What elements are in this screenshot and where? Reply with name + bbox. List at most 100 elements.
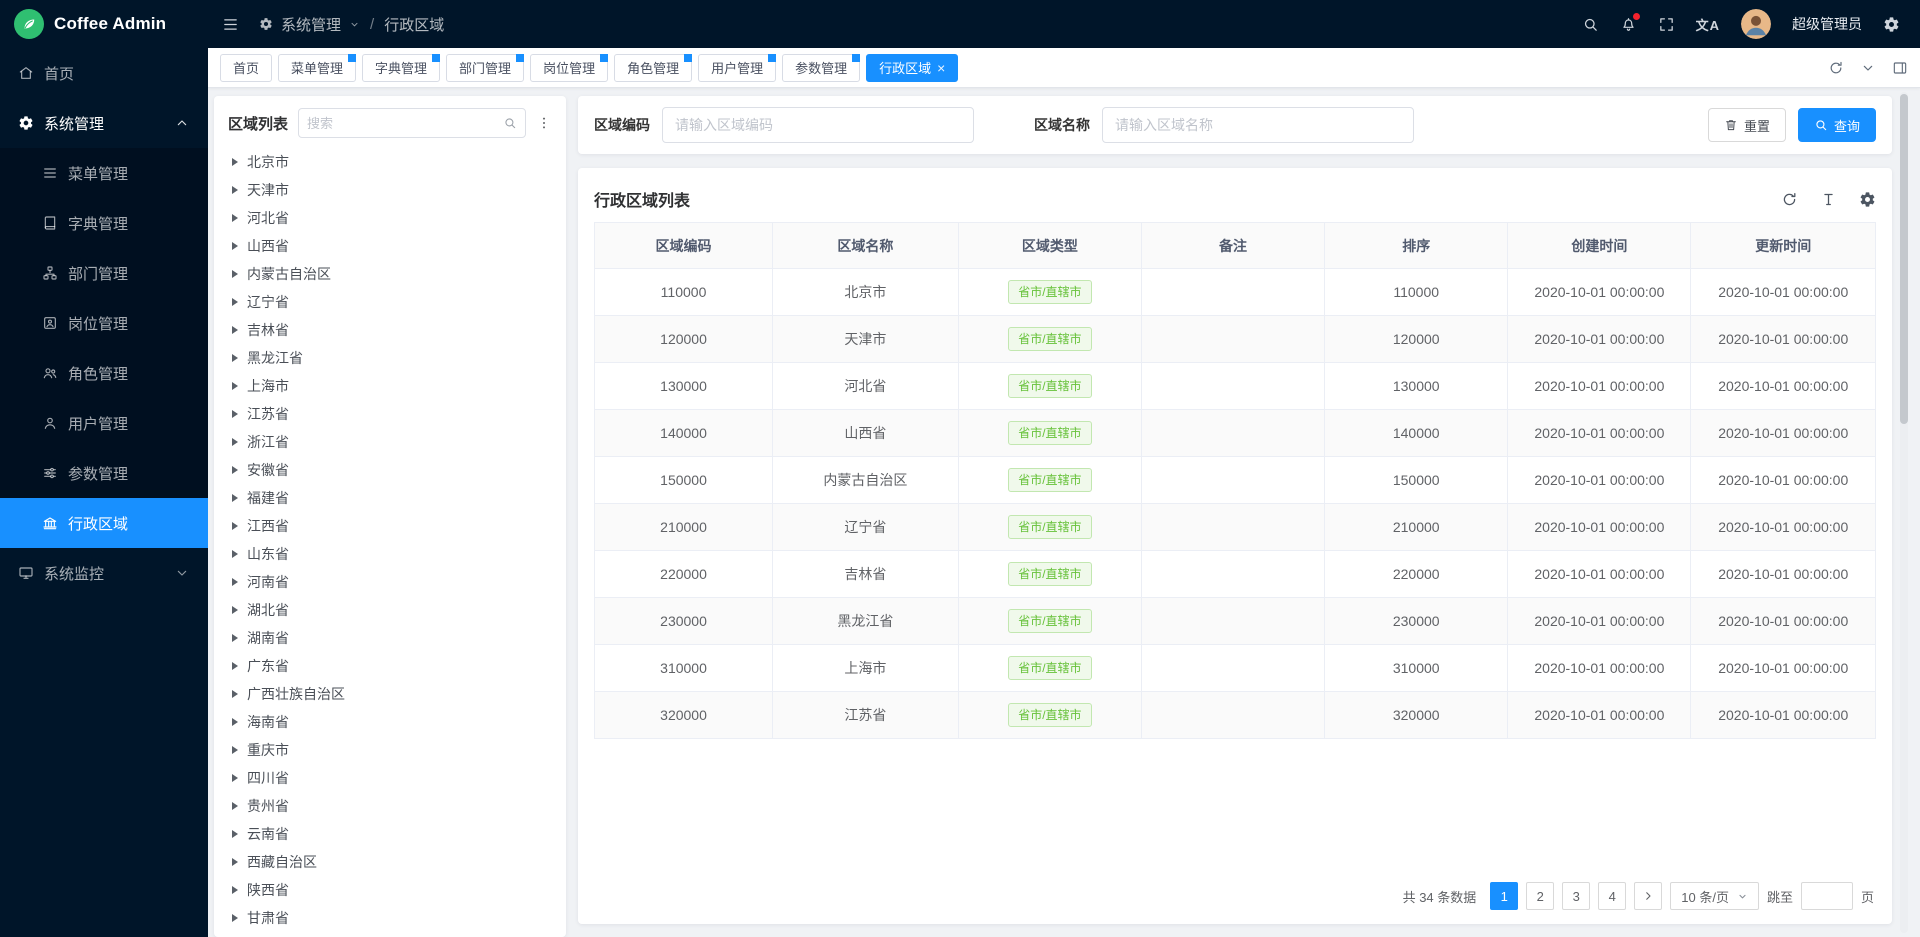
scrollbar-thumb[interactable] — [1900, 94, 1908, 424]
tree-node[interactable]: 内蒙古自治区 — [228, 260, 552, 288]
cell-code: 110000 — [595, 269, 773, 316]
tree-node[interactable]: 天津市 — [228, 176, 552, 204]
page-button-1[interactable]: 1 — [1490, 882, 1518, 910]
caret-right-icon — [232, 186, 238, 194]
sidebar-item-home[interactable]: 首页 — [0, 48, 208, 98]
tree-node[interactable]: 江苏省 — [228, 400, 552, 428]
tab-user-management[interactable]: 用户管理 — [698, 54, 776, 82]
tree-node[interactable]: 山东省 — [228, 540, 552, 568]
tree-node[interactable]: 贵州省 — [228, 792, 552, 820]
table-row: 320000江苏省省市/直辖市3200002020-10-01 00:00:00… — [595, 692, 1876, 739]
tree-node[interactable]: 河北省 — [228, 204, 552, 232]
tree-node[interactable]: 西藏自治区 — [228, 848, 552, 876]
tree-node[interactable]: 四川省 — [228, 764, 552, 792]
sidebar-item-user-management[interactable]: 用户管理 — [0, 398, 208, 448]
fullscreen-icon[interactable] — [1658, 16, 1675, 33]
vertical-scrollbar[interactable] — [1900, 92, 1908, 933]
tree-node[interactable]: 广东省 — [228, 652, 552, 680]
tab-home[interactable]: 首页 — [220, 54, 272, 82]
tree-node[interactable]: 吉林省 — [228, 316, 552, 344]
cell-name: 天津市 — [773, 316, 959, 363]
cell-remark — [1141, 269, 1324, 316]
caret-right-icon — [232, 382, 238, 390]
sidebar-item-menu-management[interactable]: 菜单管理 — [0, 148, 208, 198]
search-button[interactable]: 查询 — [1798, 108, 1876, 142]
tree-node[interactable]: 黑龙江省 — [228, 344, 552, 372]
caret-right-icon — [232, 494, 238, 502]
notification-bell-icon[interactable] — [1620, 16, 1637, 33]
page-button-4[interactable]: 4 — [1598, 882, 1626, 910]
trash-icon — [1724, 118, 1738, 132]
cell-created: 2020-10-01 00:00:00 — [1508, 363, 1691, 410]
region-code-input[interactable] — [662, 107, 974, 143]
breadcrumb-current: 行政区域 — [384, 14, 444, 35]
page-button-2[interactable]: 2 — [1526, 882, 1554, 910]
jump-page-input[interactable] — [1801, 882, 1853, 910]
tree-node[interactable]: 湖北省 — [228, 596, 552, 624]
sidebar-item-system-monitor[interactable]: 系统监控 — [0, 548, 208, 598]
tree-node[interactable]: 安徽省 — [228, 456, 552, 484]
layout-icon[interactable] — [1892, 60, 1908, 76]
tree-node[interactable]: 广西壮族自治区 — [228, 680, 552, 708]
avatar[interactable] — [1741, 9, 1771, 39]
tree-node[interactable]: 湖南省 — [228, 624, 552, 652]
table-row: 140000山西省省市/直辖市1400002020-10-01 00:00:00… — [595, 410, 1876, 457]
cell-remark — [1141, 692, 1324, 739]
tree-node[interactable]: 上海市 — [228, 372, 552, 400]
page-button-3[interactable]: 3 — [1562, 882, 1590, 910]
search-icon[interactable] — [503, 116, 517, 130]
sidebar-item-system-management[interactable]: 系统管理 — [0, 98, 208, 148]
translate-icon[interactable]: 文A — [1696, 15, 1720, 34]
tree-node[interactable]: 浙江省 — [228, 428, 552, 456]
tab-dept-management[interactable]: 部门管理 — [446, 54, 524, 82]
more-vertical-icon[interactable] — [536, 115, 552, 131]
right-column: 区域编码 区域名称 重置 — [578, 96, 1892, 937]
tree-node[interactable]: 河南省 — [228, 568, 552, 596]
cell-code: 230000 — [595, 598, 773, 645]
tab-role-management[interactable]: 角色管理 — [614, 54, 692, 82]
tree-node[interactable]: 云南省 — [228, 820, 552, 848]
tree-node[interactable]: 海南省 — [228, 708, 552, 736]
text-height-icon[interactable] — [1820, 191, 1837, 208]
tree-node[interactable]: 江西省 — [228, 512, 552, 540]
sidebar-item-param-management[interactable]: 参数管理 — [0, 448, 208, 498]
tree-node[interactable]: 陕西省 — [228, 876, 552, 904]
pagination: 共 34 条数据 1234 10 条/页 — [594, 872, 1876, 914]
search-icon[interactable] — [1582, 16, 1599, 33]
tree-search-input[interactable] — [307, 116, 497, 131]
reset-button[interactable]: 重置 — [1708, 108, 1786, 142]
tab-post-management[interactable]: 岗位管理 — [530, 54, 608, 82]
tab-param-management[interactable]: 参数管理 — [782, 54, 860, 82]
sidebar-item-admin-region[interactable]: 行政区域 — [0, 498, 208, 548]
tree-node[interactable]: 辽宁省 — [228, 288, 552, 316]
cell-type: 省市/直辖市 — [958, 363, 1141, 410]
region-type-tag: 省市/直辖市 — [1008, 609, 1091, 633]
next-page-button[interactable] — [1634, 882, 1662, 910]
tab-dict-management[interactable]: 字典管理 — [362, 54, 440, 82]
page-size-select[interactable]: 10 条/页 — [1670, 882, 1759, 910]
sidebar-item-dept-management[interactable]: 部门管理 — [0, 248, 208, 298]
sidebar-item-dict-management[interactable]: 字典管理 — [0, 198, 208, 248]
sidebar-item-role-management[interactable]: 角色管理 — [0, 348, 208, 398]
chevron-down-icon[interactable] — [1860, 60, 1876, 76]
settings-gear-icon[interactable] — [1883, 16, 1900, 33]
cell-type: 省市/直辖市 — [958, 692, 1141, 739]
cell-name: 山西省 — [773, 410, 959, 457]
column-settings-gear-icon[interactable] — [1859, 191, 1876, 208]
close-icon[interactable]: × — [937, 61, 945, 75]
breadcrumb-parent[interactable]: 系统管理 — [281, 14, 341, 35]
user-name[interactable]: 超级管理员 — [1792, 14, 1862, 34]
cell-updated: 2020-10-01 00:00:00 — [1691, 410, 1876, 457]
region-name-input[interactable] — [1102, 107, 1414, 143]
tree-node[interactable]: 山西省 — [228, 232, 552, 260]
tree-node[interactable]: 北京市 — [228, 148, 552, 176]
hamburger-icon[interactable] — [222, 16, 239, 33]
sidebar-item-post-management[interactable]: 岗位管理 — [0, 298, 208, 348]
tree-node[interactable]: 福建省 — [228, 484, 552, 512]
tree-node[interactable]: 甘肃省 — [228, 904, 552, 925]
tab-menu-management[interactable]: 菜单管理 — [278, 54, 356, 82]
tree-node[interactable]: 重庆市 — [228, 736, 552, 764]
refresh-icon[interactable] — [1781, 191, 1798, 208]
tab-admin-region[interactable]: 行政区域× — [866, 54, 958, 82]
refresh-icon[interactable] — [1828, 60, 1844, 76]
